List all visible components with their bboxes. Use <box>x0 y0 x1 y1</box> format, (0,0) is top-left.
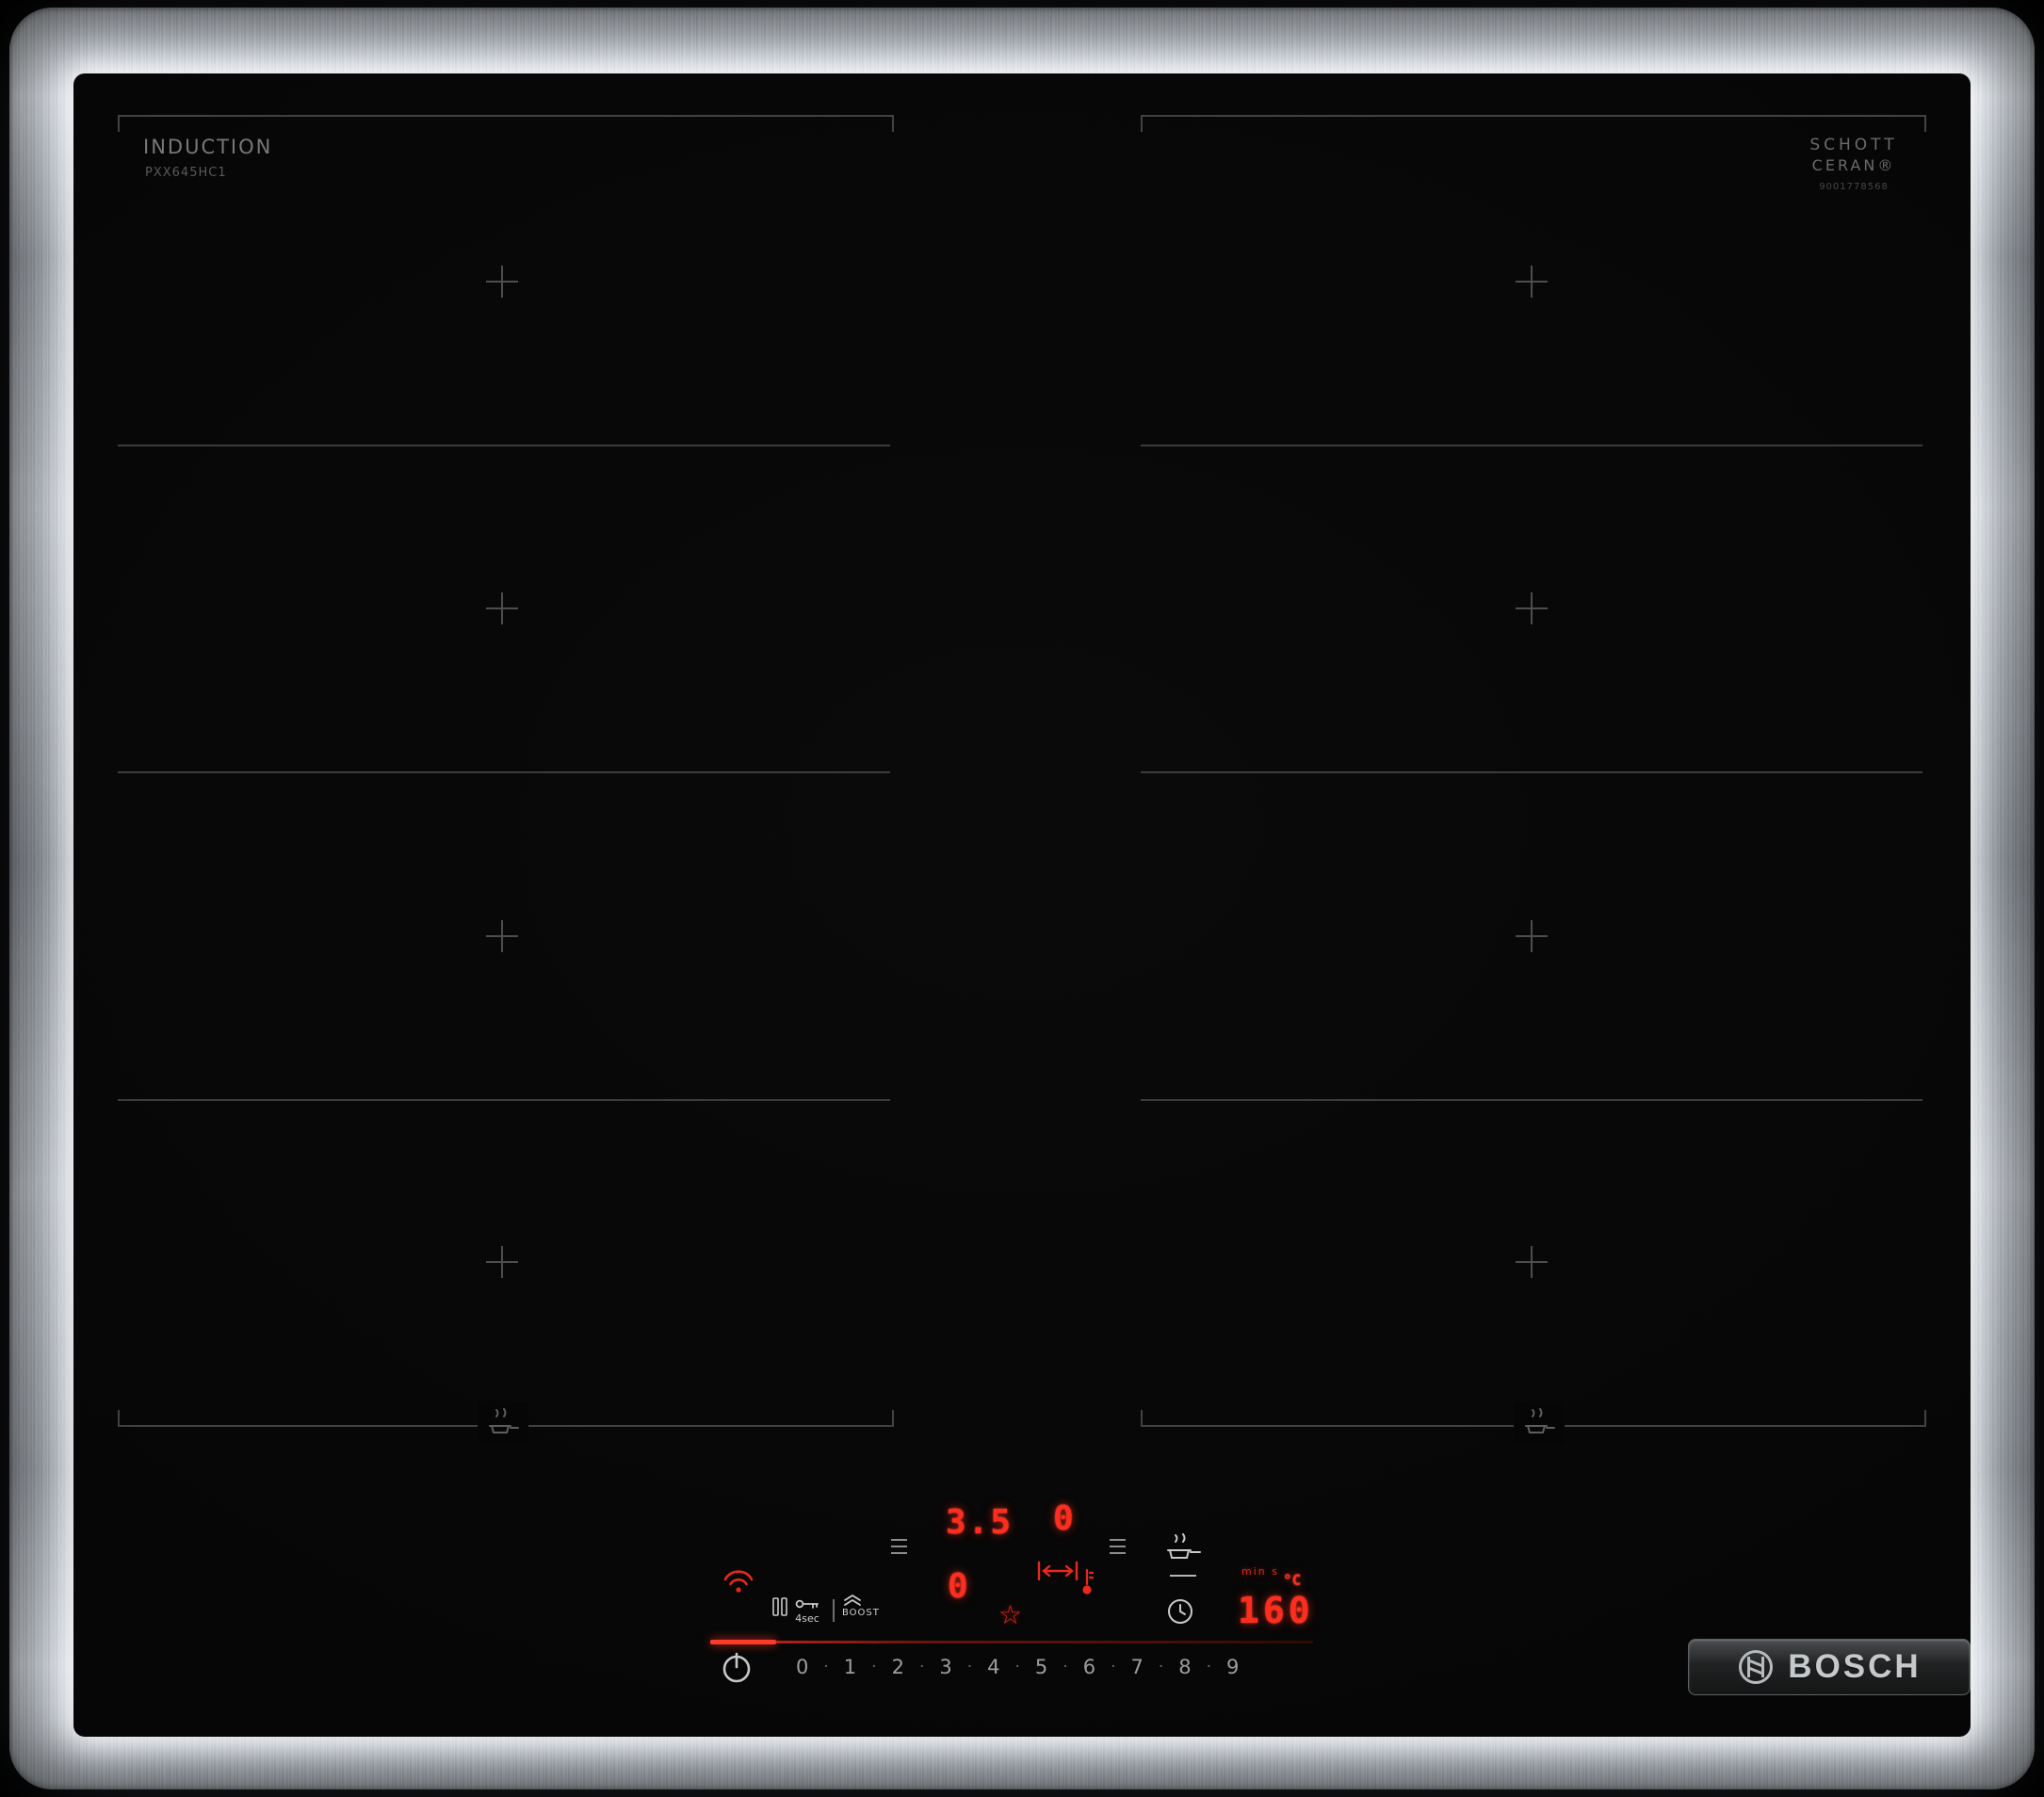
fry-sensor-icon <box>478 1401 528 1445</box>
zone-line-icon <box>1110 1539 1126 1541</box>
slider-dot: · <box>823 1658 829 1676</box>
transfer-arrows-icon <box>1037 1561 1079 1581</box>
slider-dot: · <box>871 1658 877 1676</box>
slider-level-9[interactable]: 9 <box>1218 1656 1247 1678</box>
timer-key[interactable] <box>1166 1597 1194 1626</box>
slider-level-7[interactable]: 7 <box>1122 1656 1151 1678</box>
fry-sensor-key[interactable] <box>1162 1533 1204 1562</box>
slider-dot: · <box>1158 1658 1164 1676</box>
flex-zone-right-divider-2 <box>1141 771 1922 773</box>
slider-dot: · <box>1111 1658 1116 1676</box>
flex-zone-right-divider-3 <box>1141 1099 1922 1101</box>
move-pan-key[interactable] <box>1036 1560 1079 1582</box>
flex-zone-left-divider-2 <box>118 771 890 773</box>
wifi-icon <box>723 1570 754 1593</box>
plus-marker-icon <box>486 266 518 298</box>
plus-marker-icon <box>486 920 518 952</box>
thermometer-icon <box>1082 1568 1095 1595</box>
bosch-wordmark: BOSCH <box>1788 1648 1922 1685</box>
slider-track[interactable] <box>710 1641 1313 1643</box>
plus-marker-icon <box>1516 1246 1548 1278</box>
flex-zone-right-top-outline <box>1141 115 1926 132</box>
power-level-display-right: 0 <box>1053 1499 1074 1538</box>
temperature-display: 160 <box>1238 1590 1314 1631</box>
slider-active-segment <box>710 1640 776 1644</box>
zone-line-icon <box>1110 1552 1126 1554</box>
induction-hob-photo: INDUCTION PXX645HC1 SCHOTT CERAN® 900177… <box>0 0 2044 1797</box>
fry-sensor-icon <box>1514 1401 1565 1445</box>
part-number: 9001778568 <box>1819 182 1889 192</box>
pause-key[interactable] <box>772 1597 787 1616</box>
plus-marker-icon <box>1516 920 1548 952</box>
slider-dot: · <box>1206 1658 1212 1676</box>
ceran-glass-surface <box>73 73 1971 1737</box>
slider-level-1[interactable]: 1 <box>835 1656 865 1678</box>
favorite-key[interactable]: ☆ <box>998 1599 1022 1630</box>
zone-line-icon <box>891 1539 907 1541</box>
induction-label: INDUCTION <box>143 136 273 158</box>
ceran-line: CERAN® <box>1811 156 1896 174</box>
plus-marker-icon <box>486 1246 518 1278</box>
slider-level-8[interactable]: 8 <box>1170 1656 1199 1678</box>
slider-level-4[interactable]: 4 <box>979 1656 1008 1678</box>
slider-dot: · <box>1014 1658 1020 1676</box>
boost-chevrons-icon <box>844 1595 861 1606</box>
power-level-display-left: 3.5 <box>946 1503 1014 1542</box>
power-button[interactable] <box>718 1648 755 1686</box>
clock-icon <box>1168 1599 1192 1624</box>
power-level-display-left-rear: 0 <box>948 1567 968 1606</box>
boost-label: BOOST <box>842 1608 880 1618</box>
zone-select-right-key[interactable] <box>1110 1539 1126 1554</box>
key-divider <box>833 1599 835 1622</box>
home-connect-key[interactable] <box>722 1567 755 1595</box>
temp-unit-label: °C <box>1283 1571 1302 1589</box>
schott-line: SCHOTT <box>1809 136 1898 154</box>
zone-line-icon <box>891 1552 907 1554</box>
slider-dot: · <box>918 1658 925 1676</box>
slider-level-row[interactable]: 0 · 1 · 2 · 3 · 4 · 5 · 6 · 7 · 8 · 9 <box>787 1652 1247 1682</box>
timer-unit-label: min s <box>1241 1565 1279 1578</box>
slider-level-5[interactable]: 5 <box>1027 1656 1056 1678</box>
key-icon <box>795 1599 819 1609</box>
slider-level-2[interactable]: 2 <box>884 1656 913 1678</box>
frying-pan-icon <box>1167 1533 1201 1559</box>
slider-dot: · <box>1063 1658 1068 1676</box>
plus-marker-icon <box>1516 266 1548 298</box>
bosch-anchor-icon <box>1739 1650 1774 1684</box>
model-number-label: PXX645HC1 <box>145 166 227 180</box>
star-icon: ☆ <box>998 1599 1023 1630</box>
temperature-indicator <box>1079 1567 1095 1597</box>
slider-level-6[interactable]: 6 <box>1075 1656 1104 1678</box>
slider-dot: · <box>966 1658 973 1676</box>
flex-zone-left-top-outline <box>118 115 894 132</box>
zone-line-icon <box>1110 1546 1126 1547</box>
zone-select-left-key[interactable] <box>891 1539 907 1554</box>
flex-zone-left-divider-1 <box>118 445 890 446</box>
boost-key[interactable]: BOOST <box>842 1594 880 1618</box>
schott-ceran-logo: SCHOTT CERAN® 9001778568 <box>1797 136 1910 192</box>
slider-level-3[interactable]: 3 <box>931 1656 960 1678</box>
slider-level-0[interactable]: 0 <box>787 1656 817 1678</box>
plus-marker-icon <box>486 592 518 624</box>
pause-icon <box>772 1597 787 1616</box>
zone-line-icon <box>891 1546 907 1547</box>
child-lock-key[interactable]: 4sec <box>795 1597 819 1625</box>
zone-underline-indicator <box>1170 1575 1196 1577</box>
plus-marker-icon <box>1516 592 1548 624</box>
flex-zone-right-divider-1 <box>1141 445 1922 446</box>
lock-hold-label: 4sec <box>795 1612 819 1625</box>
bosch-logo: BOSCH <box>1688 1639 1971 1695</box>
flex-zone-left-divider-3 <box>118 1099 890 1101</box>
power-icon <box>722 1652 751 1683</box>
